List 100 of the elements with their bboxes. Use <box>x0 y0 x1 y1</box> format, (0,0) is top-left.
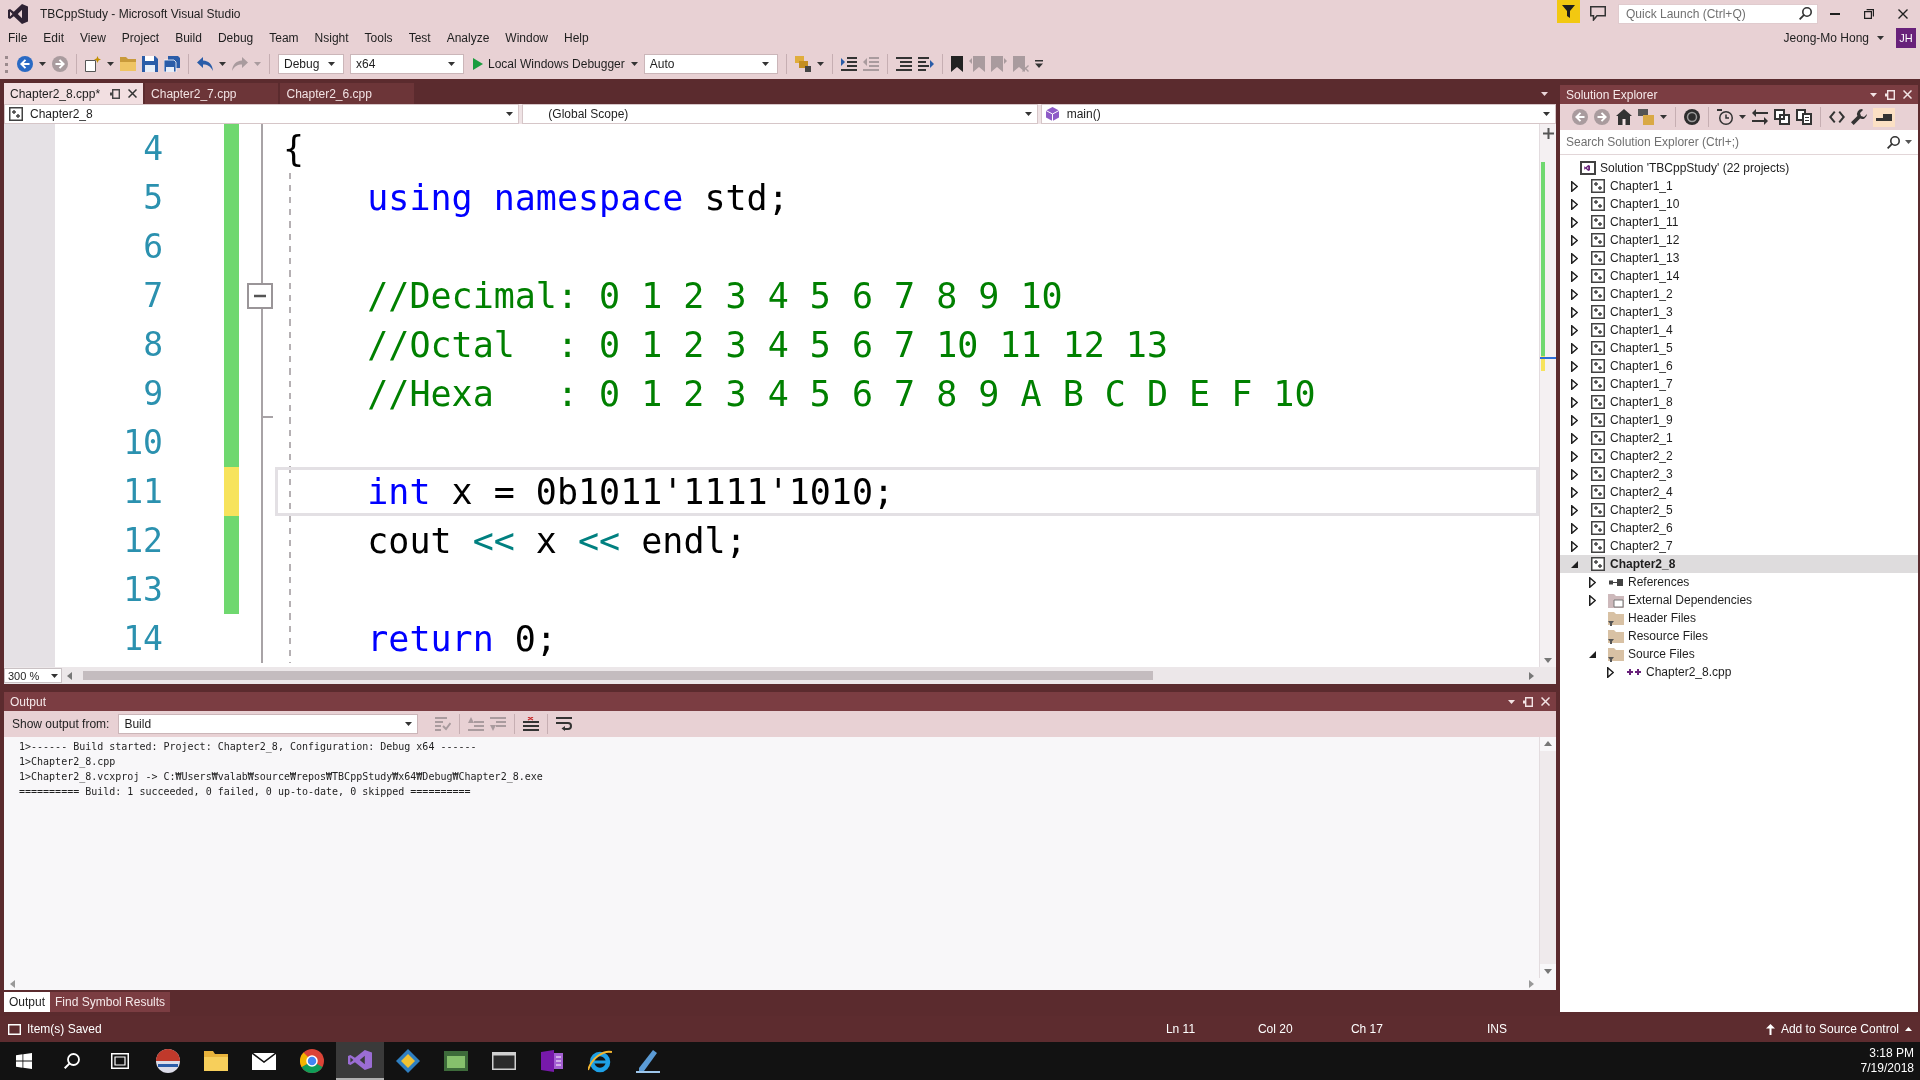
expanded-arrow-icon[interactable] <box>1570 560 1578 568</box>
member-combo[interactable]: main() <box>1040 104 1556 124</box>
collapsed-arrow-icon[interactable] <box>1570 396 1578 408</box>
left-arrow-icon[interactable] <box>67 671 72 680</box>
collapsed-arrow-icon[interactable] <box>1570 486 1578 498</box>
clock-date[interactable]: 7/19/2018 <box>1860 1061 1914 1076</box>
platform-combo[interactable]: x64 <box>350 54 464 74</box>
disc-icon[interactable] <box>1684 109 1700 125</box>
tree-item[interactable]: References <box>1560 573 1918 591</box>
uncomment-lines-icon[interactable] <box>917 57 934 71</box>
menu-item[interactable]: View <box>72 28 114 48</box>
menu-item[interactable]: Analyze <box>438 28 498 48</box>
restore-icon[interactable] <box>1864 8 1874 19</box>
collapsed-arrow-icon[interactable] <box>1570 342 1578 354</box>
search-box[interactable]: Search Solution Explorer (Ctrl+;) <box>1560 130 1918 155</box>
quick-launch-field[interactable]: Quick Launch (Ctrl+Q) <box>1618 3 1818 24</box>
tree-item[interactable]: Resource Files <box>1560 627 1918 645</box>
tree-item[interactable]: Chapter1_3 <box>1560 303 1918 321</box>
tree-item[interactable]: Chapter2_8.cpp <box>1560 663 1918 681</box>
tree-item[interactable]: Solution 'TBCppStudy' (22 projects) <box>1560 159 1918 177</box>
caret-icon[interactable] <box>1541 91 1548 96</box>
document-tab[interactable]: Chapter2_6.cpp <box>280 83 414 104</box>
tree-item[interactable]: Chapter1_5 <box>1560 339 1918 357</box>
menu-item[interactable]: Nsight <box>306 28 357 48</box>
collapsed-arrow-icon[interactable] <box>1570 414 1578 426</box>
caret-up-icon[interactable] <box>1905 1027 1912 1031</box>
tree-item[interactable]: Chapter2_6 <box>1560 519 1918 537</box>
code-brackets-icon[interactable] <box>1829 111 1845 123</box>
account-name[interactable]: Jeong-Mo Hong <box>1783 31 1869 45</box>
tree-item[interactable]: Chapter1_14 <box>1560 267 1918 285</box>
collapsed-arrow-icon[interactable] <box>1570 288 1578 300</box>
collapsed-arrow-icon[interactable] <box>1588 576 1596 588</box>
down-arrow-icon[interactable] <box>1544 969 1552 974</box>
user-avatar[interactable]: JH <box>1896 28 1916 48</box>
collapse-all-icon[interactable] <box>1774 109 1790 125</box>
tree-item[interactable]: Chapter1_13 <box>1560 249 1918 267</box>
start-debugging-button[interactable]: Local Windows Debugger <box>467 53 628 75</box>
document-tab[interactable]: Chapter2_8.cpp* <box>4 83 144 104</box>
preview-icon[interactable] <box>1873 107 1895 127</box>
tree-item[interactable]: Chapter1_6 <box>1560 357 1918 375</box>
collapse-icon[interactable] <box>247 282 273 309</box>
floppy-disks-icon[interactable] <box>164 56 180 72</box>
tree-item[interactable]: External Dependencies <box>1560 591 1918 609</box>
funnel-icon[interactable] <box>1557 0 1580 23</box>
menu-item[interactable]: Window <box>497 28 557 48</box>
collapsed-arrow-icon[interactable] <box>1570 468 1578 480</box>
vertical-scrollbar[interactable] <box>1540 751 1556 964</box>
tree-item[interactable]: Chapter2_8 <box>1560 555 1918 573</box>
word-wrap-icon[interactable] <box>556 717 573 731</box>
menu-item[interactable]: File <box>0 28 36 48</box>
plus-icon[interactable] <box>1542 128 1554 139</box>
debugger-type-combo[interactable]: Auto <box>643 54 778 74</box>
swap-arrows-icon[interactable] <box>1752 109 1768 125</box>
menu-item[interactable]: Tools <box>356 28 401 48</box>
collapsed-arrow-icon[interactable] <box>1570 216 1578 228</box>
project-combo[interactable]: Chapter2_8 <box>4 104 520 124</box>
close-icon[interactable] <box>128 89 138 98</box>
tree-item[interactable]: Chapter1_1 <box>1560 177 1918 195</box>
pin-icon[interactable] <box>110 88 121 99</box>
menu-item[interactable]: Build <box>167 28 210 48</box>
zoom-combo[interactable]: 300 % <box>4 668 62 683</box>
caret-icon[interactable] <box>219 62 226 66</box>
clock-time[interactable]: 3:18 PM <box>1869 1046 1914 1061</box>
right-arrow-icon[interactable] <box>1529 980 1534 988</box>
windows-logo-icon[interactable] <box>16 1053 32 1069</box>
search-icon[interactable] <box>64 1053 80 1069</box>
up-arrow-icon[interactable] <box>1765 1023 1775 1035</box>
caret-icon[interactable] <box>107 62 114 66</box>
caret-icon[interactable] <box>1905 140 1912 144</box>
tree-item[interactable]: Chapter1_7 <box>1560 375 1918 393</box>
collapsed-arrow-icon[interactable] <box>1570 504 1578 516</box>
menu-item[interactable]: Team <box>261 28 307 48</box>
collapsed-arrow-icon[interactable] <box>1570 306 1578 318</box>
caret-icon[interactable] <box>1877 36 1884 40</box>
tree-item[interactable]: Chapter1_4 <box>1560 321 1918 339</box>
menu-item[interactable]: Help <box>556 28 597 48</box>
tree-item[interactable]: Chapter1_12 <box>1560 231 1918 249</box>
caret-icon[interactable] <box>1870 92 1877 97</box>
tree-item[interactable]: Chapter2_5 <box>1560 501 1918 519</box>
tree-item[interactable]: Chapter1_2 <box>1560 285 1918 303</box>
down-arrow-icon[interactable] <box>1544 658 1552 663</box>
caret-icon[interactable] <box>1739 115 1746 119</box>
caret-icon[interactable] <box>1660 115 1667 119</box>
menu-item[interactable]: Project <box>113 28 168 48</box>
tree-item[interactable]: Chapter2_3 <box>1560 465 1918 483</box>
configuration-combo[interactable]: Debug <box>278 54 344 74</box>
tree-item[interactable]: Chapter1_11 <box>1560 213 1918 231</box>
caret-icon[interactable] <box>39 62 46 66</box>
collapsed-arrow-icon[interactable] <box>1570 378 1578 390</box>
minimize-icon[interactable] <box>1830 12 1840 15</box>
collapsed-arrow-icon[interactable] <box>1570 522 1578 534</box>
tree-item[interactable]: Chapter2_2 <box>1560 447 1918 465</box>
collapsed-arrow-icon[interactable] <box>1606 666 1614 678</box>
scope-combo[interactable]: (Global Scope) <box>522 104 1038 124</box>
stacked-folders-icon[interactable] <box>794 56 811 72</box>
tree-item[interactable]: Header Files <box>1560 609 1918 627</box>
grip-icon[interactable] <box>5 55 8 73</box>
collapsed-arrow-icon[interactable] <box>1570 252 1578 264</box>
expanded-arrow-icon[interactable] <box>1588 650 1596 658</box>
collapsed-arrow-icon[interactable] <box>1570 180 1578 192</box>
